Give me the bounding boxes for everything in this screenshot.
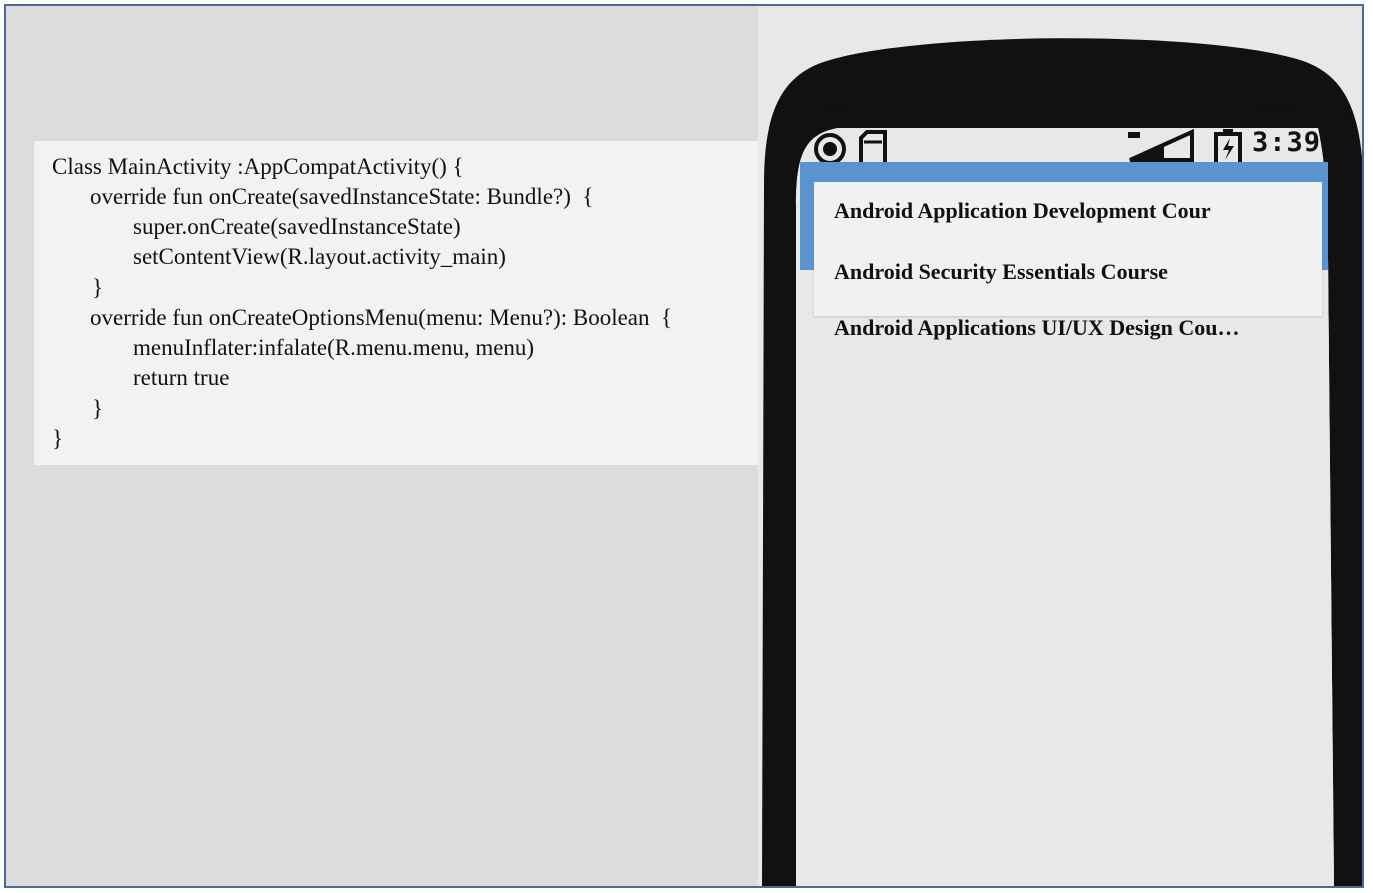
status-time: 3:39 [1252,127,1322,158]
screenshot: Class MainActivity :AppCompatActivity() … [0,0,1373,893]
code-line: } [92,275,104,300]
code-block: Class MainActivity :AppCompatActivity() … [34,141,758,465]
menu-item-security-course[interactable]: Android Security Essentials Course [834,259,1308,285]
code-line: super.onCreate(savedInstanceState) [133,214,461,239]
code-line: return true [133,365,230,390]
code-line: } [52,426,64,451]
code-line: setContentView(R.layout.activity_main) [133,244,506,269]
menu-item-development-course[interactable]: Android Application Development Cour [834,198,1308,224]
code-line: Class MainActivity :AppCompatActivity() … [52,154,464,179]
figure-frame: Class MainActivity :AppCompatActivity() … [4,4,1364,888]
phone-sketch-panel: 3:39 Android Application Development Cou… [758,6,1362,886]
code-line: override fun onCreateOptionsMenu(menu: M… [90,305,673,330]
code-line: override fun onCreate(savedInstanceState… [90,184,594,209]
options-menu: Android Application Development Cour And… [814,182,1322,316]
code-panel: Class MainActivity :AppCompatActivity() … [6,6,758,886]
signal-icon [1128,128,1194,162]
code-line: menuInflater:infalate(R.menu.menu, menu) [133,335,535,360]
list-item-uiux-course[interactable]: Android Applications UI/UX Design Cou… [834,315,1304,341]
code-line: } [92,396,104,421]
